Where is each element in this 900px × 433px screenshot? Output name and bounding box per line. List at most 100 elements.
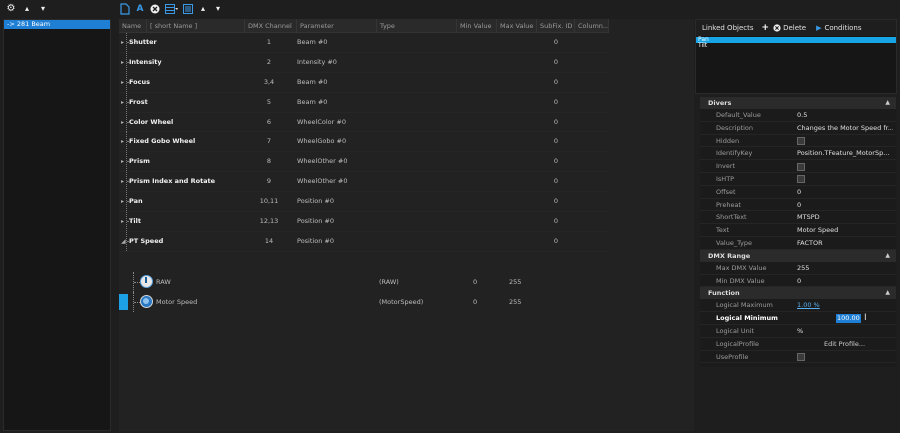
property-row[interactable]: LogicalProfile Edit Profile... [700,338,896,351]
collapse-arrow-icon[interactable]: ▲ [885,250,890,262]
header-dmx-channel[interactable]: DMX Channel [245,19,297,33]
table-row[interactable]: ▸ Frost 5 Beam #0 0 [119,92,609,113]
header-max-value[interactable]: Max Value [497,19,537,33]
linked-object-tilt[interactable]: Tilt [696,43,896,49]
property-value[interactable]: FACTOR [797,237,893,250]
text-edit-icon[interactable]: A [135,3,145,15]
section-function[interactable]: Function ▲ [700,287,896,300]
ishtp-checkbox[interactable] [797,175,805,184]
delete-button[interactable]: Delete [773,24,806,32]
header-subfix-id[interactable]: SubFix. ID [537,19,575,33]
header-parameter[interactable]: Parameter [297,19,377,33]
property-row[interactable]: Hidden [700,135,896,148]
channel-parameter: Beam #0 [297,38,328,46]
property-value[interactable]: Position.TFeature_MotorSp... [797,147,893,160]
table-view-icon[interactable] [165,4,178,14]
hidden-checkbox[interactable] [797,137,805,146]
collapse-arrow-icon[interactable]: ▲ [885,97,890,109]
property-row[interactable]: Text Motor Speed [700,224,896,237]
logical-minimum-input[interactable]: 100.00 [836,314,861,324]
property-row[interactable]: Offset 0 [700,186,896,199]
property-row[interactable]: Preheat 0 [700,199,896,212]
table-row[interactable]: ▸ Shutter 1 Beam #0 0 [119,33,609,53]
section-divers[interactable]: Divers ▲ [700,97,896,109]
conditions-button[interactable]: ▶ Conditions [816,24,861,32]
new-document-icon[interactable] [120,3,130,15]
list-item[interactable]: Motor Speed (MotorSpeed) 0 255 [119,292,609,312]
property-value[interactable]: 255 [797,262,893,275]
delete-label: Delete [783,24,807,32]
settings-gear-icon[interactable]: ⚙ [6,3,16,15]
property-row[interactable]: Logical Unit% [700,325,896,338]
info-channel-icon [140,275,153,288]
move-up-arrow-icon[interactable]: ▴ [198,3,208,15]
table-row[interactable]: ▸ Intensity 2 Intensity #0 0 [119,52,609,73]
property-value[interactable]: 0 [797,275,893,288]
property-row[interactable]: Value_Type FACTOR [700,237,896,250]
property-value[interactable]: 0.5 [797,109,893,122]
channel-parameter: Position #0 [297,236,334,245]
expand-arrow-icon[interactable]: ▸ [121,79,124,86]
property-value[interactable]: Changes the Motor Speed fr... [797,122,893,135]
property-row[interactable]: IdentifyKey Position.TFeature_MotorSp... [700,147,896,161]
property-value[interactable]: 0 [797,199,893,212]
table-row[interactable]: ◢ PT Speed 14 Position #0 0 [119,231,609,252]
expand-arrow-icon[interactable]: ▸ [121,178,124,185]
collapse-arrow-icon[interactable]: ▲ [885,287,890,299]
property-value[interactable]: 0 [797,186,893,199]
table-row[interactable]: ▸ Prism Index and Rotate 9 WheelOther #0… [119,172,609,193]
property-row[interactable]: Logical Maximum 1.00 % [700,299,896,313]
header-type[interactable]: Type [377,19,457,33]
property-row[interactable]: Min DMX Value 0 [700,275,896,288]
add-plus-icon[interactable]: + [762,23,770,33]
header-short-name[interactable]: [ short Name ] [147,19,245,33]
expand-arrow-icon[interactable]: ▸ [121,198,124,205]
table-row[interactable]: ▸ Tilt 12,13 Position #0 0 [119,212,609,232]
channel-subfix: 0 [553,177,559,186]
play-triangle-icon: ▶ [816,24,822,32]
move-down-arrow-icon[interactable]: ▾ [38,3,48,15]
property-label: Preheat [716,200,741,209]
expand-arrow-icon[interactable]: ▸ [121,99,124,106]
property-value[interactable]: % [797,325,893,338]
tree-item-beam[interactable]: -> 281 Beam [4,20,110,29]
invert-checkbox[interactable] [797,162,805,171]
motor-speed-icon [140,295,153,308]
header-min-value[interactable]: Min Value [457,19,497,33]
property-value[interactable]: Motor Speed [797,224,893,237]
table-row[interactable]: ▸ Focus 3,4 Beam #0 0 [119,72,609,93]
expand-arrow-icon[interactable]: ▸ [121,158,124,165]
property-value[interactable]: MTSPD [797,211,893,224]
expand-arrow-icon[interactable]: ▸ [121,138,124,145]
edit-profile-button[interactable]: Edit Profile... [824,338,900,351]
property-row[interactable]: Logical Minimum 100.00 I [700,312,896,325]
property-row[interactable]: ShortText MTSPD [700,211,896,225]
header-name[interactable]: Name [119,19,147,33]
section-dmx-range[interactable]: DMX Range ▲ [700,249,896,262]
list-view-icon[interactable] [183,4,193,14]
use-profile-checkbox[interactable] [797,353,805,362]
table-row[interactable]: ▸ Pan 10,11 Position #0 0 [119,192,609,213]
property-row[interactable]: Description Changes the Motor Speed fr... [700,122,896,135]
move-up-arrow-icon[interactable]: ▴ [22,3,32,15]
delete-circle-icon[interactable] [150,4,160,14]
expand-arrow-icon[interactable]: ▸ [121,59,124,66]
property-row[interactable]: UseProfile [700,351,896,364]
table-row[interactable]: ▸ Color Wheel 6 WheelColor #0 0 [119,112,609,133]
logical-maximum-value[interactable]: 1.00 % [797,299,893,312]
property-row[interactable]: Default_Value 0.5 [700,109,896,122]
move-down-arrow-icon[interactable]: ▾ [213,3,223,15]
expand-arrow-icon[interactable]: ▸ [121,39,124,46]
expand-arrow-icon[interactable]: ▸ [121,218,124,225]
property-row[interactable]: Invert [700,160,896,173]
expand-arrow-icon[interactable]: ▸ [121,119,124,126]
collapse-arrow-icon[interactable]: ◢ [121,238,126,245]
conditions-label: Conditions [824,24,862,32]
selection-marker [119,294,128,310]
property-row[interactable]: Max DMX Value 255 [700,262,896,275]
table-row[interactable]: ▸ Fixed Gobo Wheel 7 WheelGobo #0 0 [119,132,609,153]
table-row[interactable]: ▸ Prism 8 WheelOther #0 0 [119,152,609,173]
property-row[interactable]: IsHTP [700,173,896,186]
header-column[interactable]: Column... [575,19,609,33]
list-item[interactable]: RAW (RAW) 0 255 [119,272,609,292]
